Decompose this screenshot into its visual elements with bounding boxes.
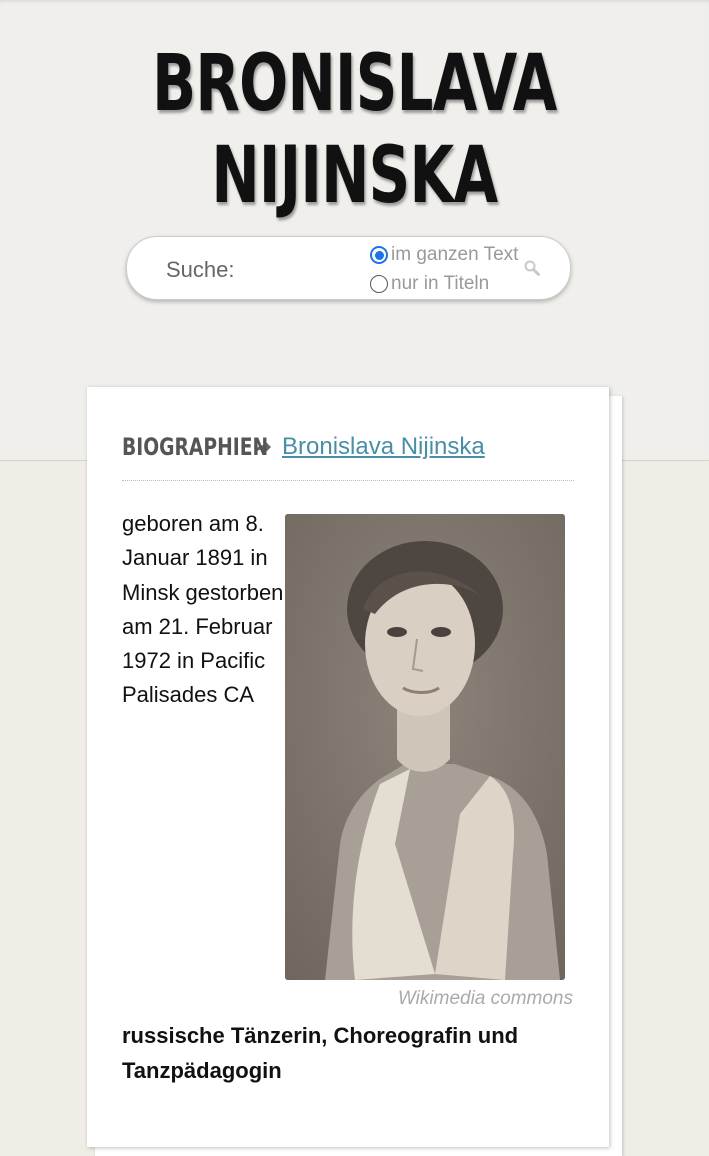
search-label: Suche: (166, 257, 235, 282)
divider (122, 480, 574, 481)
breadcrumb-section[interactable]: BIOGRAPHIEN (122, 433, 268, 461)
search-option-fulltext[interactable]: im ganzen Text (370, 244, 518, 266)
radio-titles-label: nur in Titeln (391, 273, 490, 294)
search-option-titles[interactable]: nur in Titeln (370, 273, 489, 295)
site-title-line-1: BRONISLAVA (152, 39, 557, 129)
radio-fulltext[interactable] (370, 246, 388, 264)
portrait-illustration (285, 514, 565, 980)
radio-titles[interactable] (370, 275, 388, 293)
site-title-line-2: NIJINSKA (211, 131, 498, 221)
radio-fulltext-label: im ganzen Text (391, 244, 519, 265)
content-card: BIOGRAPHIEN Bronislava Nijinska geboren … (87, 387, 609, 1147)
breadcrumb-link[interactable]: Bronislava Nijinska (282, 433, 485, 461)
bio-summary: russische Tänzerin, Choreografin und Tan… (122, 1023, 519, 1083)
search-box[interactable]: Suche: im ganzen Text nur in Titeln (126, 236, 571, 300)
portrait-photo[interactable] (285, 514, 565, 980)
site-title[interactable]: BRONISLAVA NIJINSKA (92, 38, 617, 222)
image-caption: Wikimedia commons (397, 988, 573, 1009)
life-data: geboren am 8. Januar 1891 in Minsk gesto… (122, 511, 284, 708)
breadcrumb: BIOGRAPHIEN Bronislava Nijinska (122, 433, 485, 461)
search-icon[interactable] (523, 259, 541, 277)
